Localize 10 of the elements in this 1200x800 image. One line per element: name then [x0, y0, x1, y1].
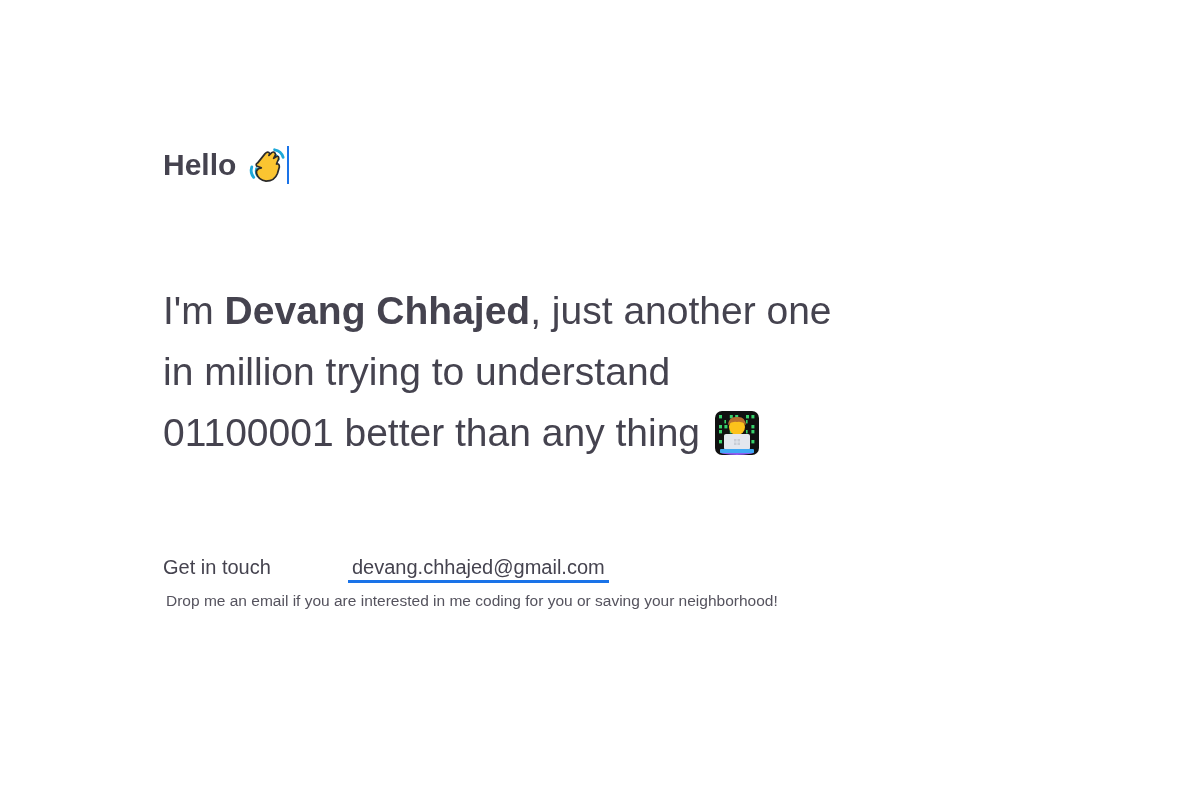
text-cursor-icon [287, 146, 290, 184]
waving-hand-icon [248, 146, 287, 184]
greeting-heading: Hello [163, 147, 237, 183]
intro-text-line: I'm Devang Chhajed, just another one [163, 288, 832, 334]
email-link[interactable]: devang.chhajed@gmail.com [348, 555, 609, 583]
contact-note: Drop me an email if you are interested in me coding for you or saving your neighborhood! [166, 591, 778, 611]
intro-text-line: 01100001 better than any thing [163, 410, 701, 456]
technologist-icon [714, 409, 761, 456]
contact-label: Get in touch [163, 555, 272, 579]
intro-text-line: in million trying to understand [163, 349, 671, 395]
